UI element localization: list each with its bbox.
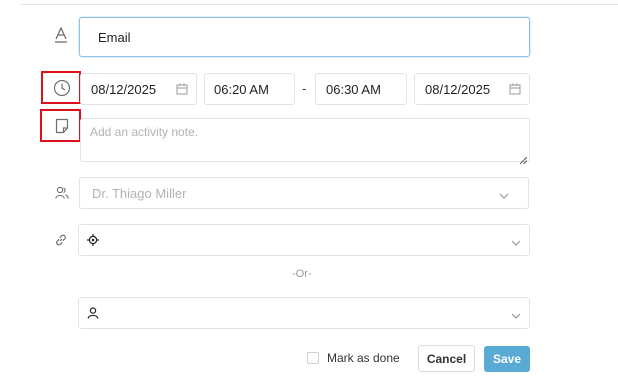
calendar-icon[interactable] [509,83,521,95]
subject-input[interactable]: Email [79,17,530,57]
mark-as-done-checkbox[interactable] [307,352,319,364]
note-icon [52,116,72,136]
person-icon [87,307,99,319]
contact-select[interactable] [78,297,530,329]
end-time-value: 06:30 AM [326,81,381,97]
start-date-value: 08/12/2025 [91,81,157,97]
clock-icon [52,78,72,98]
end-time-input[interactable]: 06:30 AM [315,73,407,105]
or-divider: -Or- [292,268,312,280]
mark-as-done-label[interactable]: Mark as done [327,351,400,365]
save-button[interactable]: Save [484,346,530,372]
activity-note-textarea[interactable]: Add an activity note. [80,118,530,165]
text-format-icon [51,25,71,45]
assignee-select-value: Dr. Thiago Miller [92,185,187,201]
activity-note-placeholder: Add an activity note. [90,125,199,139]
chevron-down-icon [499,189,509,199]
time-range-separator: - [302,81,307,96]
chevron-down-icon [511,236,521,246]
resize-handle-icon[interactable] [519,152,528,165]
start-time-input[interactable]: 06:20 AM [204,73,295,105]
start-date-input[interactable]: 08/12/2025 [80,73,197,105]
cancel-button[interactable]: Cancel [418,345,475,372]
chevron-down-icon [511,309,521,319]
start-time-value: 06:20 AM [214,81,269,97]
end-date-input[interactable]: 08/12/2025 [414,73,530,105]
target-icon [87,234,99,246]
end-date-value: 08/12/2025 [425,81,491,97]
deal-select[interactable] [78,224,530,256]
calendar-icon[interactable] [176,83,188,95]
link-icon [51,230,71,250]
subject-input-value: Email [98,29,131,45]
save-button-label: Save [492,352,522,366]
cancel-button-label: Cancel [426,351,467,366]
users-icon [52,183,72,203]
assignee-select[interactable]: Dr. Thiago Miller [79,177,529,209]
top-divider [20,4,618,5]
